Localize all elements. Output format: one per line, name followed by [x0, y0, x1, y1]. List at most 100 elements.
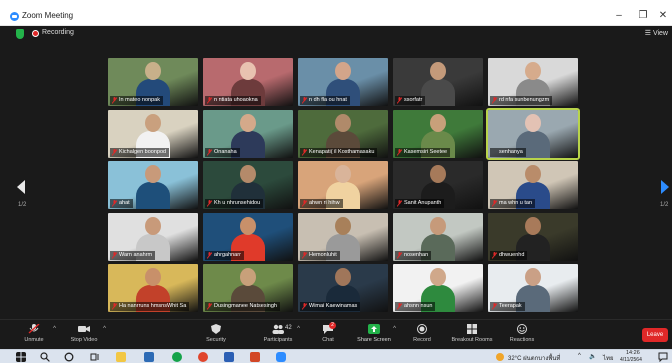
maximize-button[interactable]: ❐ — [636, 9, 650, 23]
video-tile[interactable]: ahsnn nsun — [393, 264, 483, 312]
notification-center-icon[interactable] — [658, 352, 668, 362]
windows-start-icon[interactable] — [16, 352, 26, 362]
participant-head — [240, 62, 256, 80]
video-tile[interactable]: n dh fla ou hnat — [298, 58, 388, 106]
page-indicator-left: 1/2 — [18, 202, 27, 208]
participant-head — [525, 113, 541, 132]
chrome-browser-icon[interactable] — [198, 352, 208, 362]
video-tile[interactable]: Ha nanrruns hmsnsWhit Sa — [108, 264, 198, 312]
tray-chevron-icon[interactable]: ^ — [578, 353, 581, 359]
view-button[interactable]: ☰ View — [645, 29, 668, 37]
page-indicator-right: 1/2 — [660, 202, 669, 208]
breakout-rooms-label: Breakout Rooms — [451, 337, 493, 343]
participant-name: In mateo nonpak — [110, 96, 163, 105]
file-explorer-icon[interactable] — [116, 352, 126, 362]
muted-microphone-icon — [397, 303, 402, 310]
input-language[interactable]: ไทย — [603, 353, 614, 363]
share-screen-arrow-icon — [368, 324, 380, 334]
video-tile[interactable]: Warn anahrm — [108, 212, 198, 261]
muted-microphone-icon — [397, 148, 402, 156]
video-tile[interactable]: Wimai Kaewinamas — [298, 264, 388, 312]
participant-head — [335, 113, 351, 132]
participants-icon — [272, 324, 284, 334]
muted-microphone-icon — [302, 303, 307, 310]
record-button[interactable]: Record — [394, 322, 450, 348]
video-tile[interactable]: dhwuenhd — [488, 212, 578, 261]
video-tile[interactable]: Sanit Anupanth — [393, 161, 483, 209]
participant-name: senhanya — [490, 147, 526, 157]
reactions-button[interactable]: Reactions — [494, 322, 550, 348]
participant-head — [145, 113, 161, 132]
participant-head — [240, 165, 256, 183]
video-tile[interactable]: ahat — [108, 161, 198, 209]
participant-head — [430, 216, 446, 235]
participant-name: n ntiata uhoaokna — [205, 96, 261, 105]
video-tile[interactable]: Kasemsiri Seetee — [393, 109, 483, 158]
video-tile[interactable]: Kenapati( il Kosthamasaku — [298, 109, 388, 158]
leave-button[interactable]: Leave — [642, 328, 668, 342]
participant-head — [240, 113, 256, 132]
muted-microphone-icon — [207, 303, 212, 310]
cortana-circle-icon[interactable] — [64, 352, 74, 362]
participant-head — [525, 165, 541, 183]
store-bag-icon[interactable] — [144, 352, 154, 362]
line-app-icon[interactable] — [172, 352, 182, 362]
word-app-icon[interactable] — [224, 352, 234, 362]
video-tile[interactable]: Teerapak — [488, 264, 578, 312]
recording-label[interactable]: Recording — [42, 29, 74, 36]
next-page-arrow-icon[interactable] — [658, 178, 672, 196]
unmute-label: Unmute — [24, 337, 44, 343]
muted-microphone-icon — [492, 200, 497, 207]
participant-name: Wimai Kaewinamas — [300, 302, 361, 311]
security-button[interactable]: Security — [188, 322, 244, 348]
speaker-icon[interactable]: 🔈 — [589, 353, 596, 360]
breakout-rooms-button[interactable]: Breakout Rooms — [444, 322, 500, 348]
clock-date[interactable]: 4/11/2564 — [620, 357, 642, 363]
muted-microphone-icon — [492, 251, 497, 259]
video-tile[interactable]: n ntiata uhoaokna — [203, 58, 293, 106]
meeting-toolbar: Unmute ^ Stop Video ^ Security 42 Partic… — [0, 319, 672, 349]
muted-microphone-icon — [112, 303, 117, 310]
video-tile[interactable]: ma whn u tan — [488, 161, 578, 209]
close-button[interactable]: ✕ — [656, 9, 670, 23]
video-tile[interactable]: nosenhan — [393, 212, 483, 261]
task-view-icon[interactable] — [90, 352, 100, 362]
video-tile[interactable]: rd nfa sunbenungzm — [488, 58, 578, 106]
minimize-button[interactable]: – — [612, 9, 626, 23]
zoom-taskbar-icon[interactable] — [276, 352, 286, 362]
stop-video-button[interactable]: Stop Video ^ — [56, 322, 112, 348]
video-tile[interactable]: Hemonluhit — [298, 212, 388, 261]
unmute-button[interactable]: Unmute ^ — [6, 322, 62, 348]
participant-head — [335, 216, 351, 235]
security-label: Security — [206, 337, 226, 343]
participant-head — [525, 268, 541, 286]
video-tile[interactable]: ahwn ri hihw — [298, 161, 388, 209]
muted-microphone-icon — [207, 200, 212, 207]
security-shield-icon[interactable] — [16, 29, 24, 39]
video-options-caret-icon[interactable]: ^ — [103, 326, 106, 332]
participants-button[interactable]: 42 Participants ^ — [250, 322, 306, 348]
participant-video-figure — [136, 165, 170, 209]
participant-head — [430, 113, 446, 132]
muted-microphone-icon — [207, 148, 212, 156]
powerpoint-app-icon[interactable] — [250, 352, 260, 362]
clock-time[interactable]: 14:26 — [626, 350, 640, 356]
video-camera-icon — [78, 326, 90, 332]
video-tile[interactable]: Kh u nhrunsehidou — [203, 161, 293, 209]
participant-head — [145, 62, 161, 80]
previous-page-arrow-icon[interactable] — [14, 178, 28, 196]
meeting-info-bar: Recording ☰ View — [0, 26, 672, 42]
weather-text[interactable]: 32°C ฝนตกบางพื้นที่ — [508, 353, 560, 363]
search-icon[interactable] — [40, 352, 50, 362]
video-tile[interactable]: ahrgahnarr — [203, 212, 293, 261]
video-tile[interactable]: ssorfatr — [393, 58, 483, 106]
video-tile[interactable]: Onanaha — [203, 109, 293, 158]
video-tile[interactable]: In mateo nonpak — [108, 58, 198, 106]
video-tile[interactable]: Dusingmanee Natsesingh — [203, 264, 293, 312]
stop-video-label: Stop Video — [70, 337, 98, 343]
participant-name: rd nfa sunbenungzm — [490, 96, 553, 105]
video-tile[interactable]: senhanya — [486, 107, 580, 160]
participant-name: Kenapati( il Kosthamasaku — [300, 147, 378, 157]
video-tile[interactable]: Kichalgen boonpod — [108, 109, 198, 158]
muted-microphone-icon — [302, 251, 307, 259]
